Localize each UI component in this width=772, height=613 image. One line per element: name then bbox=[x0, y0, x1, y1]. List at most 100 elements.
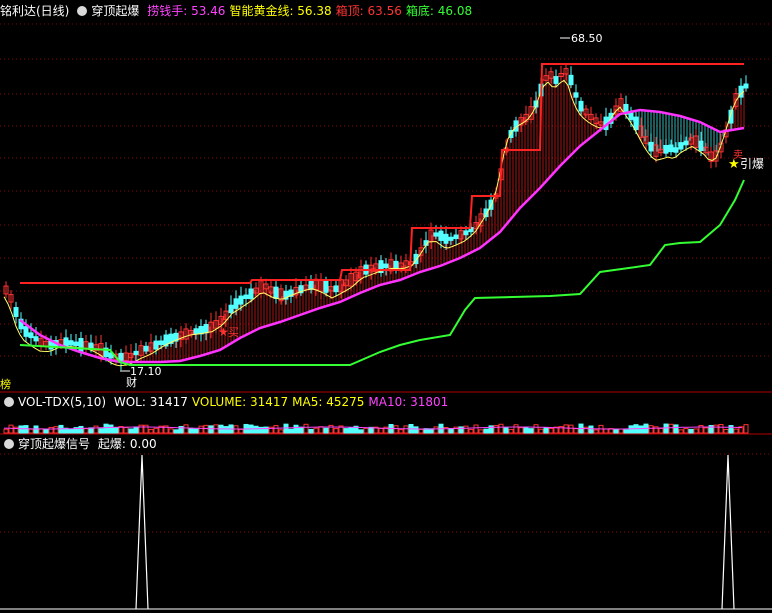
volume-bar bbox=[503, 426, 509, 434]
settings-gear-icon[interactable] bbox=[4, 439, 14, 449]
left-tag: 榜 bbox=[0, 377, 11, 391]
volume-bar bbox=[548, 427, 554, 434]
volume-bar bbox=[613, 429, 619, 434]
volume-bar bbox=[518, 427, 524, 434]
volume-bar bbox=[28, 428, 34, 434]
settings-gear-icon[interactable] bbox=[4, 397, 14, 407]
volume-bar bbox=[683, 428, 689, 434]
candle-body bbox=[668, 144, 674, 153]
box-top-line bbox=[20, 63, 744, 284]
candle-body bbox=[228, 304, 234, 314]
volume-bar bbox=[458, 426, 464, 434]
candle-body bbox=[698, 140, 704, 151]
candle-body bbox=[238, 295, 244, 305]
candle-body bbox=[233, 298, 239, 309]
volume-bar bbox=[568, 424, 574, 434]
candle-body bbox=[568, 74, 574, 86]
volume-bar bbox=[543, 427, 549, 434]
candle-body bbox=[323, 280, 329, 293]
volume-bar bbox=[693, 428, 699, 434]
volume-bar bbox=[333, 428, 339, 434]
candle-body bbox=[393, 260, 399, 270]
volume-bar bbox=[668, 423, 674, 434]
candle-body bbox=[648, 141, 654, 152]
volume-bar bbox=[303, 423, 309, 434]
volume-bar bbox=[33, 425, 39, 434]
volume-bar bbox=[513, 424, 519, 434]
volume-bar bbox=[673, 424, 679, 434]
candle-body bbox=[433, 232, 439, 237]
candle-body bbox=[673, 147, 679, 153]
volume-bar bbox=[473, 424, 479, 434]
volume-bar bbox=[628, 425, 634, 434]
volume-bar bbox=[8, 424, 14, 434]
volume-bar bbox=[448, 428, 454, 434]
candle-body bbox=[333, 285, 339, 293]
volume-bar bbox=[663, 423, 669, 434]
volume-bar bbox=[253, 425, 259, 434]
volume-bar bbox=[648, 425, 654, 434]
volume-indicator-name: VOL-TDX(5,10) bbox=[18, 395, 107, 409]
volume-bar bbox=[188, 427, 194, 434]
candle-body bbox=[193, 328, 199, 335]
candle-body bbox=[683, 140, 689, 146]
high-price-label: 68.50 bbox=[571, 32, 603, 45]
volume-bar bbox=[728, 425, 734, 434]
ma-line bbox=[3, 79, 745, 367]
volume-bar bbox=[483, 428, 489, 434]
volume-bar bbox=[223, 426, 229, 434]
candle-body bbox=[743, 83, 749, 89]
volume-bar bbox=[398, 429, 404, 434]
volume-bar bbox=[293, 424, 299, 434]
candle-body bbox=[438, 230, 444, 241]
vol-header-item-1: VOLUME: 31417 bbox=[191, 395, 289, 409]
volume-bar bbox=[538, 428, 544, 434]
volume-bar bbox=[23, 425, 29, 434]
volume-bar bbox=[743, 424, 749, 434]
vol-header-item-2: MA5: 45275 bbox=[292, 395, 365, 409]
volume-bar bbox=[283, 423, 289, 434]
volume-bar bbox=[318, 426, 324, 434]
volume-bar bbox=[53, 426, 59, 434]
candle-body bbox=[678, 142, 684, 150]
volume-bar bbox=[433, 426, 439, 434]
candle-body bbox=[198, 326, 204, 335]
candle-body bbox=[153, 340, 159, 350]
detonate-signal-label: 引爆 bbox=[740, 157, 764, 171]
volume-bar bbox=[308, 428, 314, 434]
volume-bar bbox=[723, 428, 729, 434]
volume-bar bbox=[463, 425, 469, 434]
vol-header-item-0: WOL: 31417 bbox=[113, 395, 188, 409]
volume-bar bbox=[343, 428, 349, 434]
volume-bar bbox=[103, 423, 109, 434]
volume-bar bbox=[678, 429, 684, 434]
volume-bar bbox=[498, 423, 504, 434]
volume-bar bbox=[203, 424, 209, 434]
volume-bar bbox=[133, 426, 139, 434]
volume-bar bbox=[173, 429, 179, 434]
candle-body bbox=[73, 341, 79, 347]
volume-panel-header: VOL-TDX(5,10) WOL: 31417 VOLUME: 31417 MA5… bbox=[0, 393, 456, 411]
volume-bar bbox=[528, 428, 534, 434]
volume-bar bbox=[478, 429, 484, 434]
volume-bar bbox=[618, 428, 624, 434]
volume-bar bbox=[208, 425, 214, 434]
candle-body bbox=[133, 350, 139, 356]
volume-bar bbox=[493, 425, 499, 434]
volume-bar bbox=[18, 425, 24, 434]
volume-bar bbox=[593, 429, 599, 434]
volume-bar bbox=[523, 426, 529, 434]
fin-report-marker: 财 bbox=[126, 375, 137, 389]
volume-bar bbox=[623, 429, 629, 434]
volume-bar bbox=[403, 425, 409, 434]
volume-bar bbox=[688, 428, 694, 434]
volume-bar bbox=[143, 424, 149, 434]
volume-bar bbox=[413, 426, 419, 434]
volume-bar bbox=[658, 427, 664, 434]
volume-bar bbox=[278, 429, 284, 434]
volume-bar bbox=[358, 429, 364, 434]
candle-body bbox=[68, 340, 74, 346]
candle-body bbox=[453, 234, 459, 240]
volume-bar bbox=[418, 428, 424, 434]
signal-indicator-name: 穿顶起爆信号 bbox=[18, 437, 91, 451]
